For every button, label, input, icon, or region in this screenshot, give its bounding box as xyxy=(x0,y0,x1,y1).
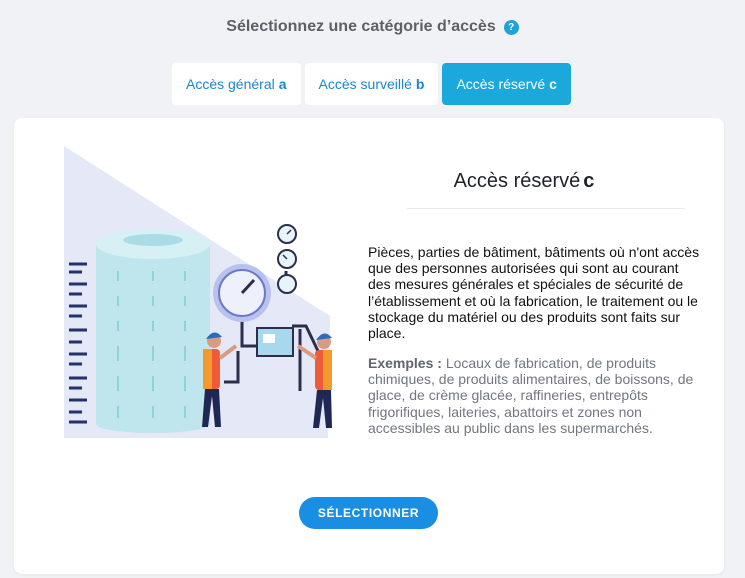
tab-letter: b xyxy=(415,76,425,92)
page-title: Sélectionnez une catégorie d’accès xyxy=(226,18,496,35)
tab-acces-surveille[interactable]: Accès surveillé b xyxy=(304,63,439,105)
card-title-letter: c xyxy=(583,170,595,192)
tab-acces-reserve[interactable]: Accès réservé c xyxy=(442,63,571,105)
category-card: Accès réservé c Pièces, parties de bâtime… xyxy=(14,118,724,574)
title-divider xyxy=(407,208,685,209)
examples-label: Exemples : xyxy=(368,355,442,371)
tab-label: Accès réservé xyxy=(456,76,546,92)
industrial-workers-illustration xyxy=(64,146,332,438)
category-examples: Exemples : Locaux de fabrication, de pro… xyxy=(368,355,700,436)
page-heading: Sélectionnez une catégorie d’accès? xyxy=(0,18,745,36)
tab-acces-general[interactable]: Accès général a xyxy=(172,63,301,105)
select-button[interactable]: SÉLECTIONNER xyxy=(299,497,438,529)
help-icon[interactable]: ? xyxy=(503,20,519,35)
tab-label: Accès général xyxy=(186,76,275,92)
tab-letter: c xyxy=(549,76,557,92)
tab-letter: a xyxy=(278,76,287,92)
category-tabs: Accès général a Accès surveillé b Accès ré… xyxy=(172,63,571,105)
category-description: Pièces, parties de bâtiment, bâtiments o… xyxy=(368,244,700,342)
tab-label: Accès surveillé xyxy=(318,76,412,92)
card-title-text: Accès réservé xyxy=(453,170,581,192)
card-title: Accès réservé c xyxy=(364,170,684,193)
